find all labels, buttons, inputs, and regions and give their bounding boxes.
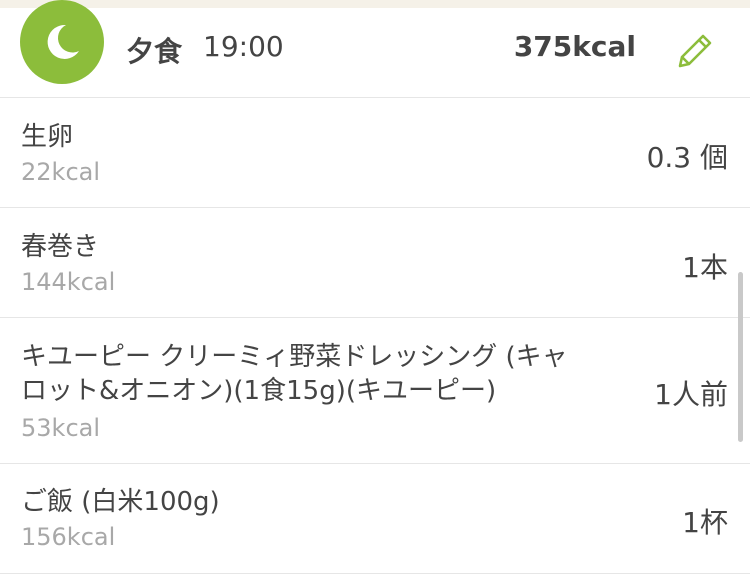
food-name: 生卵 [21,122,74,152]
food-item[interactable]: 生卵 22kcal 0.3 個 [0,97,750,207]
food-name-line1: キユーピー クリーミィ野菜ドレッシング (キャ [21,342,568,372]
food-list: 生卵 22kcal 0.3 個 春巻き 144kcal 1本 キユーピー クリー… [0,97,750,574]
food-kcal: 22kcal [21,158,101,186]
food-item[interactable]: ご飯 (白米100g) 156kcal 1杯 [0,463,750,574]
moon-icon [20,0,104,84]
food-quantity: 1杯 [682,506,728,539]
scrollbar[interactable] [738,272,743,442]
meal-detail-screen: 夕食 19:00 375kcal 生卵 22kcal 0.3 個 春巻き 144… [0,0,750,577]
food-quantity: 1人前 [654,378,728,411]
food-quantity: 0.3 個 [646,141,728,174]
meal-header: 夕食 19:00 375kcal [0,0,750,97]
food-quantity: 1本 [682,251,728,284]
meal-total-kcal: 375kcal [513,30,636,63]
top-strip [0,0,750,8]
pencil-icon [678,34,712,68]
food-item[interactable]: キユーピー クリーミィ野菜ドレッシング (キャ ロット&オニオン)(1食15g)… [0,317,750,463]
edit-button[interactable] [670,28,718,76]
food-name: 春巻き [21,232,100,262]
food-kcal: 156kcal [21,523,116,551]
food-item[interactable]: 春巻き 144kcal 1本 [0,207,750,317]
food-name: ご飯 (白米100g) [21,487,220,517]
food-kcal: 144kcal [21,268,116,296]
meal-time: 19:00 [203,30,284,63]
food-kcal: 53kcal [21,414,101,442]
meal-title: 夕食 [126,35,183,68]
food-name-line2: ロット&オニオン)(1食15g)(キユーピー) [21,376,497,406]
